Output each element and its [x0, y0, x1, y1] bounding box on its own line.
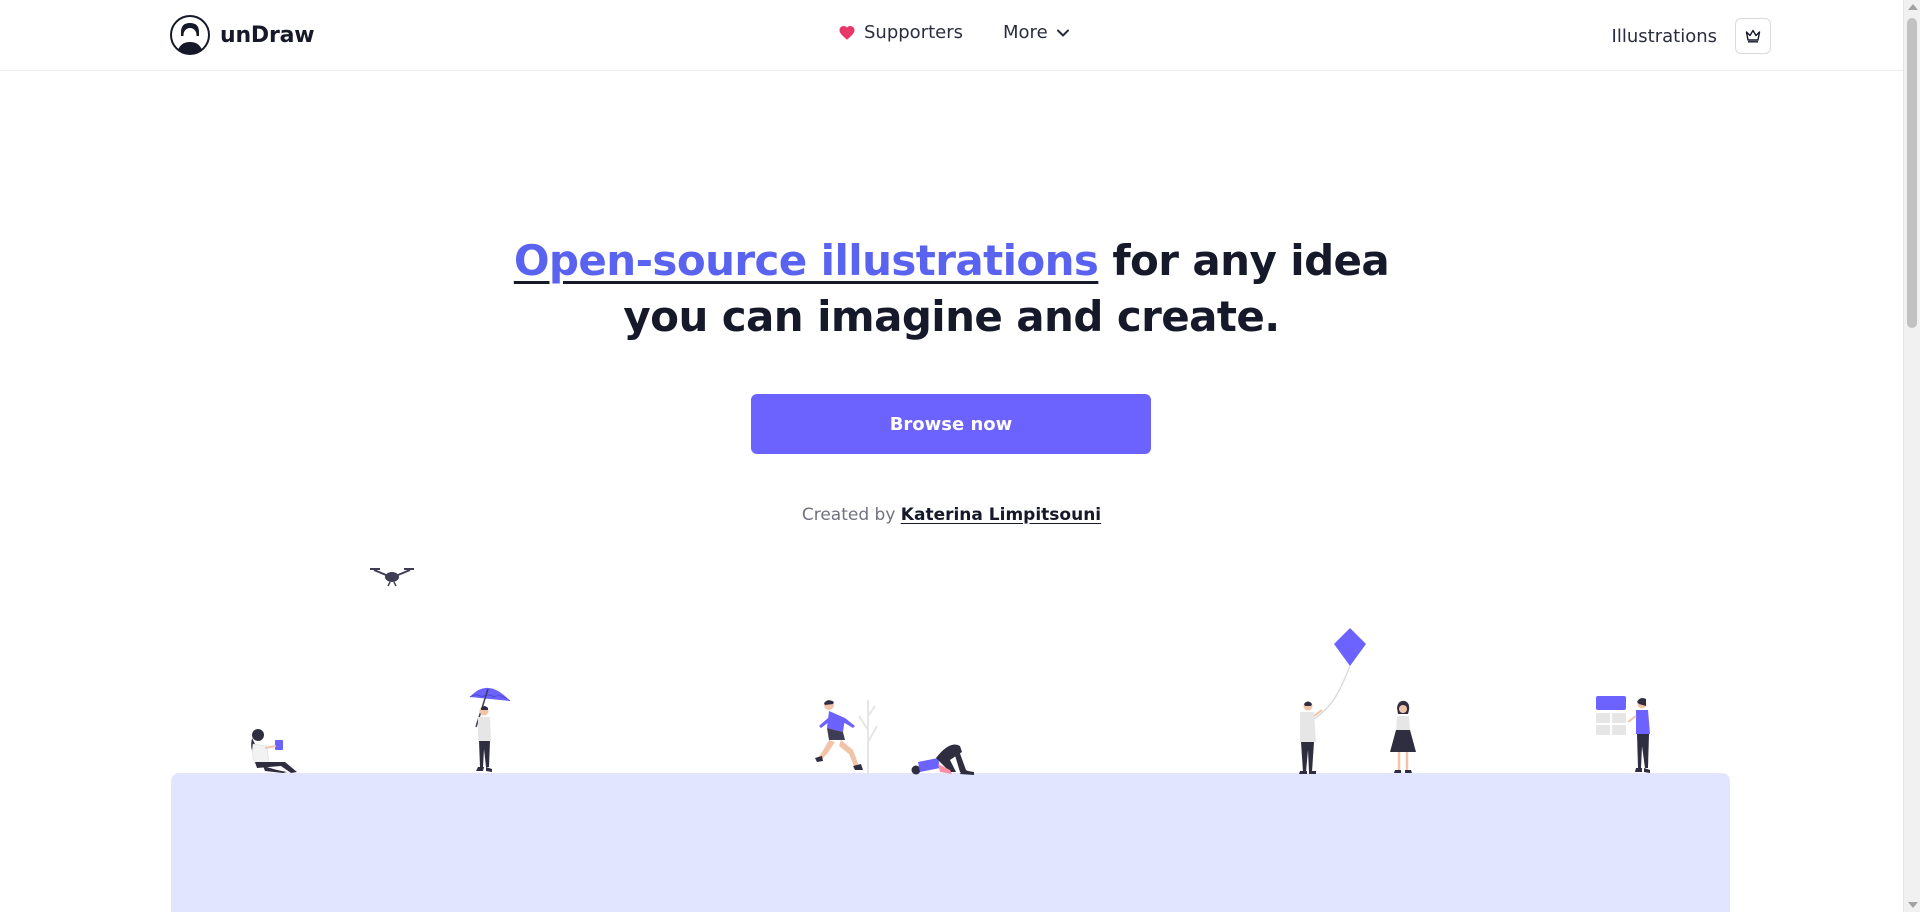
hero-title-highlight[interactable]: Open-source illustrations	[514, 236, 1099, 285]
crown-icon	[1745, 29, 1761, 43]
scroll-up-arrow-icon[interactable]	[1908, 4, 1918, 10]
woman-board-illustration	[1596, 696, 1650, 773]
hero-ground-panel	[171, 773, 1730, 912]
tree-illustration	[858, 700, 878, 776]
nav-more-label: More	[1003, 22, 1048, 43]
man-umbrella-illustration	[469, 687, 511, 772]
scroll-thumb[interactable]	[1907, 18, 1917, 328]
hero-title-line2: you can imagine and create.	[623, 292, 1280, 341]
chevron-down-icon	[1056, 29, 1069, 36]
credit-prefix: Created by	[801, 505, 901, 525]
nav-supporters-label: Supporters	[864, 22, 964, 43]
brand[interactable]: unDraw	[170, 15, 315, 55]
nav-illustrations[interactable]: Illustrations	[1612, 26, 1717, 47]
drone-illustration	[370, 568, 414, 587]
undraw-logo-icon	[170, 15, 210, 55]
author-link[interactable]: Katerina Limpitsouni	[901, 505, 1101, 525]
yoga-woman-illustration	[911, 744, 974, 775]
nav-more-dropdown[interactable]: More	[1003, 22, 1070, 43]
woman-reading-illustration	[251, 729, 297, 773]
heart-icon	[839, 25, 855, 40]
hero-title: Open-source illustrations for any idea y…	[0, 233, 1903, 345]
page-scrollbar[interactable]	[1903, 0, 1920, 912]
girl-skirt-illustration	[1390, 700, 1416, 773]
browse-now-button[interactable]: Browse now	[751, 394, 1151, 454]
top-navigation-bar: unDraw Supporters More Illustrations	[0, 0, 1903, 71]
hero-title-line1-rest: for any idea	[1098, 236, 1390, 285]
premium-button[interactable]	[1735, 18, 1771, 54]
main-nav: Supporters More	[838, 22, 1070, 43]
scroll-down-arrow-icon[interactable]	[1908, 902, 1918, 908]
credit-line: Created by Katerina Limpitsouni	[0, 505, 1903, 525]
right-nav: Illustrations	[1612, 18, 1771, 54]
brand-name: unDraw	[220, 22, 315, 48]
page: unDraw Supporters More Illustrations Ope…	[0, 0, 1903, 912]
nav-supporters[interactable]: Supporters	[838, 22, 963, 43]
man-kite-illustration	[1299, 628, 1366, 774]
